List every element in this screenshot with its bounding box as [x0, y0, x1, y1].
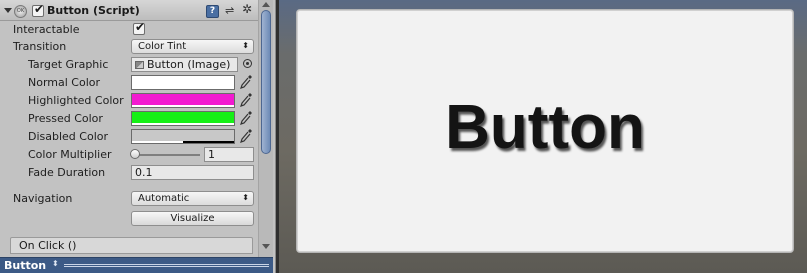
highlighted-color-swatch[interactable]: [131, 93, 235, 108]
component-enabled-checkbox[interactable]: ✔: [32, 2, 44, 17]
component-title: Button (Script): [47, 4, 140, 17]
fade-duration-label: Fade Duration: [28, 166, 106, 179]
transition-dropdown[interactable]: Color Tint ⬍: [131, 39, 254, 54]
ui-button-preview[interactable]: Button: [296, 9, 794, 253]
highlighted-color-label: Highlighted Color: [28, 94, 124, 107]
transition-row: Transition Color Tint ⬍: [0, 38, 258, 56]
preset-icon[interactable]: ⇌: [225, 4, 234, 17]
statusbar-drag-handle[interactable]: [64, 264, 269, 267]
eyedropper-icon[interactable]: [239, 74, 253, 90]
target-graphic-field[interactable]: Button (Image): [131, 57, 238, 72]
visualize-button[interactable]: Visualize: [131, 211, 254, 226]
component-icon: OK: [14, 5, 27, 18]
pressed-color-row: Pressed Color: [0, 110, 258, 128]
image-icon: [135, 61, 144, 69]
color-multiplier-input[interactable]: 1: [204, 147, 254, 162]
ui-button-text: Button: [445, 93, 645, 162]
pressed-color-label: Pressed Color: [28, 112, 103, 125]
statusbar-label: Button: [4, 259, 47, 272]
disabled-color-label: Disabled Color: [28, 130, 109, 143]
normal-color-label: Normal Color: [28, 76, 101, 89]
statusbar-dropdown-icon[interactable]: ⬍: [52, 259, 59, 268]
color-multiplier-row: Color Multiplier 1: [0, 146, 258, 164]
foldout-arrow-icon[interactable]: [4, 8, 12, 13]
on-click-event-header[interactable]: On Click (): [10, 237, 253, 254]
disabled-color-swatch[interactable]: [131, 129, 235, 144]
navigation-dropdown[interactable]: Automatic ⬍: [131, 191, 254, 206]
object-picker-icon[interactable]: [243, 59, 252, 68]
eyedropper-icon[interactable]: [239, 128, 253, 144]
normal-color-row: Normal Color: [0, 74, 258, 92]
dropdown-arrow-icon: ⬍: [242, 41, 249, 50]
inspector-scrollbar[interactable]: [258, 0, 273, 257]
fade-duration-row: Fade Duration 0.1: [0, 164, 258, 182]
transition-label: Transition: [13, 40, 67, 53]
fade-duration-input[interactable]: 0.1: [131, 165, 254, 180]
scrollbar-thumb[interactable]: [261, 10, 271, 154]
navigation-row: Navigation Automatic ⬍: [0, 190, 258, 208]
eyedropper-icon[interactable]: [239, 92, 253, 108]
interactable-checkbox[interactable]: ✔: [133, 20, 145, 35]
target-graphic-row: Target Graphic Button (Image): [0, 56, 258, 74]
gear-icon[interactable]: ✲: [242, 2, 252, 16]
on-click-label: On Click (): [19, 239, 77, 252]
pressed-color-swatch[interactable]: [131, 111, 235, 126]
visualize-row: Visualize: [0, 210, 258, 228]
eyedropper-icon[interactable]: [239, 110, 253, 126]
scroll-up-arrow-icon[interactable]: [262, 2, 270, 7]
scroll-down-arrow-icon[interactable]: [262, 244, 270, 249]
navigation-label: Navigation: [13, 192, 73, 205]
highlighted-color-row: Highlighted Color: [0, 92, 258, 110]
target-graphic-value: Button (Image): [147, 58, 231, 71]
interactable-row: Interactable ✔: [0, 20, 258, 39]
interactable-label: Interactable: [13, 23, 80, 36]
color-multiplier-label: Color Multiplier: [28, 148, 112, 161]
color-multiplier-slider-thumb[interactable]: [130, 149, 140, 159]
transition-value: Color Tint: [138, 41, 187, 52]
target-graphic-label: Target Graphic: [28, 58, 109, 71]
color-multiplier-slider-track[interactable]: [133, 154, 200, 156]
disabled-color-row: Disabled Color: [0, 128, 258, 146]
preview-statusbar[interactable]: Button ⬍: [0, 257, 273, 273]
dropdown-arrow-icon: ⬍: [242, 193, 249, 202]
normal-color-swatch[interactable]: [131, 75, 235, 90]
game-view: Button: [279, 0, 807, 273]
navigation-value: Automatic: [138, 193, 190, 204]
component-header[interactable]: OK ✔ Button (Script) ? ⇌ ✲: [0, 0, 258, 21]
inspector-panel: OK ✔ Button (Script) ? ⇌ ✲ Interactable …: [0, 0, 275, 273]
help-icon[interactable]: ?: [206, 5, 219, 18]
